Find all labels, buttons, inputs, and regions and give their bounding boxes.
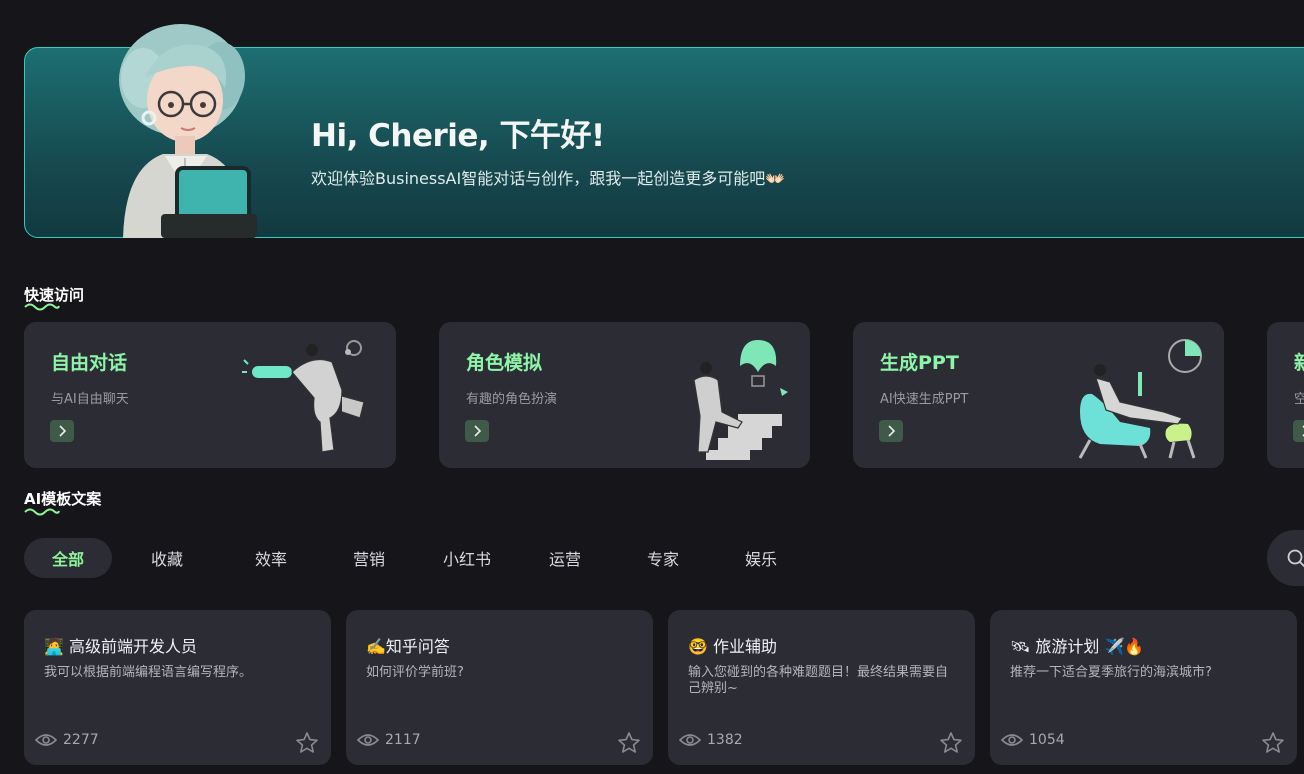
laptop-chair-illustration [1078, 339, 1202, 459]
tab-marketing[interactable]: 营销 [325, 538, 413, 578]
tab-favorites[interactable]: 收藏 [123, 538, 211, 578]
view-count: 2277 [35, 732, 99, 748]
tab-efficiency[interactable]: 效率 [227, 538, 315, 578]
quick-card-desc: AI快速生成PPT [880, 392, 969, 407]
chevron-right-icon[interactable] [879, 420, 903, 442]
quick-card-desc: 有趣的角色扮演 [466, 392, 558, 407]
quick-card-generate-ppt[interactable]: 生成PPT AI快速生成PPT [853, 322, 1224, 468]
quick-card-desc: 与AI自由聊天 [51, 392, 129, 407]
tab-expert[interactable]: 专家 [619, 538, 707, 578]
quick-card-title: 生成PPT [880, 352, 959, 374]
eye-icon [357, 734, 379, 746]
template-title: 🛰 旅游计划 ✈️🔥 [1010, 637, 1145, 656]
search-icon [1287, 549, 1304, 568]
view-count-value: 1054 [1029, 732, 1065, 748]
chevron-right-icon[interactable] [50, 420, 74, 442]
eye-icon [679, 734, 701, 746]
template-title: 🤓 作业辅助 [688, 637, 778, 656]
eye-icon [35, 734, 57, 746]
chat-person-illustration [242, 340, 365, 453]
search-button[interactable] [1267, 530, 1304, 586]
tab-operations[interactable]: 运营 [521, 538, 609, 578]
template-desc: 推荐一下适合夏季旅行的海滨城市? [1010, 665, 1212, 680]
chevron-right-icon[interactable] [465, 420, 489, 442]
star-icon[interactable] [939, 731, 963, 755]
quick-card-title: 新 [1294, 352, 1304, 374]
view-count-value: 2117 [385, 732, 421, 748]
welcome-banner: Hi, Cherie, 下午好! 欢迎体验BusinessAI智能对话与创作，跟… [24, 24, 1304, 238]
view-count: 2117 [357, 732, 421, 748]
template-card[interactable]: 🤓 作业辅助 输入您碰到的各种难题题目！最终结果需要自己辨别~ 1382 [668, 610, 975, 765]
star-icon[interactable] [295, 731, 319, 755]
quick-card-desc: 空 [1294, 392, 1304, 407]
tab-all[interactable]: 全部 [24, 538, 112, 578]
template-card[interactable]: 🧑‍💻 高级前端开发人员 我可以根据前端编程语言编写程序。 2277 [24, 610, 331, 765]
avatar-illustration [119, 24, 257, 238]
eye-icon [1001, 734, 1023, 746]
template-card[interactable]: 🛰 旅游计划 ✈️🔥 推荐一下适合夏季旅行的海滨城市? 1054 [990, 610, 1297, 765]
view-count-value: 1382 [707, 732, 743, 748]
star-icon[interactable] [617, 731, 641, 755]
template-desc: 我可以根据前端编程语言编写程序。 [44, 665, 253, 680]
template-title: 🧑‍💻 高级前端开发人员 [44, 637, 198, 656]
quick-card-partial[interactable]: 新 空 [1267, 322, 1304, 468]
view-count: 1382 [679, 732, 743, 748]
tab-entertainment[interactable]: 娱乐 [717, 538, 805, 578]
squiggle-decoration [24, 508, 60, 516]
tab-xiaohongshu[interactable]: 小红书 [423, 538, 511, 578]
template-desc: 输入您碰到的各种难题题目！最终结果需要自己辨别~ [688, 665, 949, 696]
greeting-title: Hi, Cherie, 下午好! [311, 118, 605, 154]
quick-card-free-chat[interactable]: 自由对话 与AI自由聊天 [24, 322, 396, 468]
templates-title: AI模板文案 [24, 490, 102, 508]
balloon-stairs-illustration [693, 340, 788, 460]
squiggle-decoration [24, 303, 60, 311]
star-icon[interactable] [1261, 731, 1285, 755]
template-title: ✍️知乎问答 [366, 637, 450, 656]
view-count: 1054 [1001, 732, 1065, 748]
greeting-subtitle: 欢迎体验BusinessAI智能对话与创作，跟我一起创造更多可能吧👐🏻 [311, 169, 786, 188]
template-card[interactable]: ✍️知乎问答 如何评价学前班? 2117 [346, 610, 653, 765]
quick-card-role-play[interactable]: 角色模拟 有趣的角色扮演 [439, 322, 810, 468]
template-desc: 如何评价学前班? [366, 665, 464, 680]
chevron-right-icon[interactable] [1293, 420, 1304, 442]
view-count-value: 2277 [63, 732, 99, 748]
quick-card-title: 角色模拟 [466, 352, 543, 374]
quick-card-title: 自由对话 [51, 352, 128, 374]
